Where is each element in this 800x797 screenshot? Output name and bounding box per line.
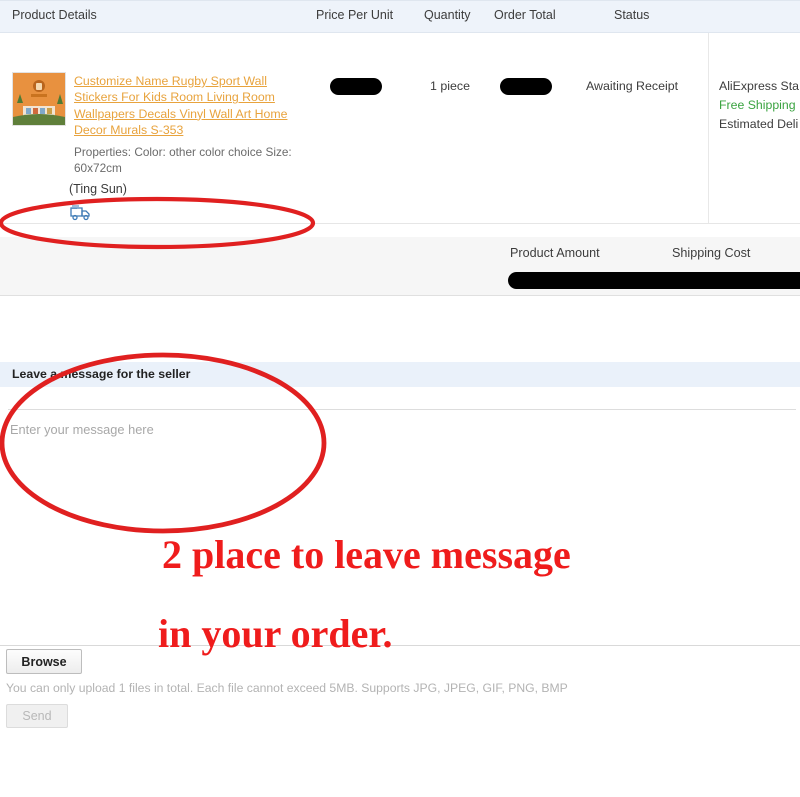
message-input[interactable] [8, 409, 796, 634]
column-header-status: Status [614, 8, 650, 22]
summary-amounts-redacted [508, 272, 800, 289]
message-panel-title: Leave a message for the seller [12, 367, 191, 381]
price-per-unit-redacted [330, 78, 382, 95]
shipping-cost-label: Shipping Cost [672, 246, 751, 260]
column-divider [708, 33, 709, 223]
shipping-carrier: AliExpress Sta [719, 79, 799, 93]
column-header-product-details: Product Details [12, 8, 97, 22]
product-thumbnail-image [13, 73, 65, 125]
product-properties: Properties: Color: other color choice Si… [74, 145, 292, 175]
product-title-link[interactable]: Customize Name Rugby Sport Wall Stickers… [74, 73, 299, 139]
send-button[interactable]: Send [6, 704, 68, 728]
order-details-card: Product Details Price Per Unit Quantity … [0, 0, 800, 268]
column-header-order-total: Order Total [494, 8, 556, 22]
product-amount-label: Product Amount [510, 246, 600, 260]
order-table-header: Product Details Price Per Unit Quantity … [0, 0, 800, 33]
shipping-info-panel: AliExpress Sta Free Shipping Estimated D… [719, 77, 800, 134]
order-status: Awaiting Receipt [586, 79, 679, 93]
quantity-value: 1 piece [430, 79, 470, 93]
delivery-truck-icon [70, 205, 92, 221]
browse-button[interactable]: Browse [6, 649, 82, 674]
column-header-quantity: Quantity [424, 8, 471, 22]
message-panel-body [0, 387, 800, 646]
buyer-name: (Ting Sun) [69, 182, 127, 196]
product-thumbnail[interactable] [12, 72, 66, 126]
free-shipping-label: Free Shipping [719, 98, 796, 112]
order-summary-strip: Product Amount Shipping Cost [0, 237, 800, 296]
upload-restrictions-note: You can only upload 1 files in total. Ea… [6, 681, 568, 695]
message-panel-header: Leave a message for the seller [0, 362, 800, 387]
estimated-delivery: Estimated Deli [719, 117, 799, 131]
column-header-price-per-unit: Price Per Unit [316, 8, 394, 22]
order-total-redacted [500, 78, 552, 95]
order-table-row: Customize Name Rugby Sport Wall Stickers… [0, 33, 800, 268]
